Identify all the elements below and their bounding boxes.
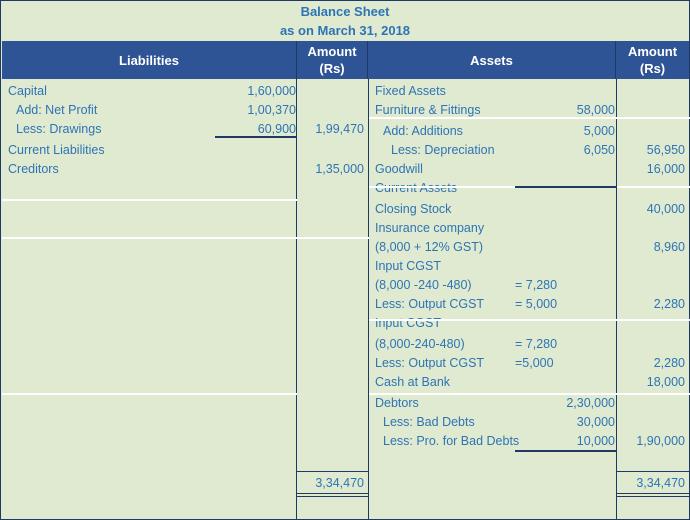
liabilities-group-separator [2,199,297,201]
drawings-underline [215,136,297,138]
assets-row-label: Current Assets [375,181,457,195]
assets-row-label: (8,000-240-480) [375,337,465,351]
assets-row-inner-amount: 6,050 [583,143,615,157]
assets-row-computation: = 5,000 [515,297,558,311]
assets-row-label: Input CGST [375,259,441,273]
header-amount-2-label: Amount [627,44,678,59]
assets-row-computation: = 7,280 [515,278,558,292]
assets-row-label: Fixed Assets [375,84,446,98]
assets-row-inner-amount: 5,000 [583,124,615,138]
assets-row-label: Less: Bad Debts [383,415,475,429]
assets-row-label: Less: Pro. for Bad Debts [383,434,520,448]
assets-row: Less: Depreciation 6,050 56,950 [2,141,690,160]
title-line-1: Balance Sheet [300,4,390,19]
assets-row-amount: 16,000 [646,162,685,176]
liabilities-blank-separator [2,393,297,395]
assets-row: Input CGST [2,314,690,333]
header-amount-liabilities: Amount (Rs) [297,41,368,79]
assets-total-top-rule [617,471,690,473]
assets-row-inner-amount: 10,000 [576,434,615,448]
assets-total-bottom-rule-a [617,493,690,495]
depreciation-underline [515,186,617,188]
assets-row: (8,000 -240 -480) = 7,280 [2,276,690,295]
totals-row: 3,34,470 3,34,470 [2,474,690,493]
assets-row: Less: Output CGST =5,000 2,280 [2,354,690,373]
assets-total-value: 3,34,470 [636,476,685,490]
assets-row-label: Input CGST [375,316,441,330]
assets-row-amount: 2,280 [653,356,685,370]
assets-row: Insurance company [2,219,690,238]
header-liabilities: Liabilities [2,41,297,79]
assets-row-computation: =5,000 [515,356,554,370]
assets-row: Less: Bad Debts 30,000 [2,413,690,432]
header-assets-label: Assets [470,52,513,68]
balance-sheet: Balance Sheet as on March 31, 2018 Liabi… [0,0,690,520]
assets-row-inner-amount: 30,000 [576,415,615,429]
assets-row-label: Less: Output CGST [375,297,485,311]
header-amount-1-unit: (Rs) [319,61,345,76]
assets-row-label: (8,000 + 12% GST) [375,240,484,254]
assets-row-label: Goodwill [375,162,423,176]
assets-sep-additions [369,117,690,119]
table-body: Capital 1,60,000 Add: Net Profit 1,00,370 Le… [2,79,690,520]
liabilities-total-bottom-rule-b [297,496,369,498]
assets-row-amount: 2,280 [653,297,685,311]
assets-row-label: Less: Output CGST [375,356,485,370]
assets-row-amount: 1,90,000 [636,434,685,448]
page-title: Balance Sheet as on March 31, 2018 [1,1,689,40]
liabilities-total-value: 3,34,470 [315,476,364,490]
header-amount-2-unit: (Rs) [639,61,666,76]
header-amount-1-label: Amount [307,44,357,59]
liabilities-total-bottom-rule-a [297,493,369,495]
assets-row-label: Less: Depreciation [391,143,495,157]
assets-row: Fixed Assets [2,82,690,101]
header-liabilities-label: Liabilities [119,52,179,68]
liabilities-total-top-rule [297,471,369,473]
assets-row: Input CGST [2,257,690,276]
assets-row-label: Closing Stock [375,202,452,216]
assets-row: Less: Pro. for Bad Debts 10,000 1,90,000 [2,432,690,451]
assets-row-computation: = 7,280 [515,337,558,351]
assets-row: Debtors 2,30,000 [2,394,690,413]
assets-row: (8,000-240-480) = 7,280 [2,335,690,354]
assets-row-amount: 40,000 [646,202,685,216]
assets-row: Less: Output CGST = 5,000 2,280 [2,295,690,314]
header-assets: Assets [368,41,616,79]
title-line-2: as on March 31, 2018 [279,23,411,38]
assets-row: Cash at Bank 18,000 [2,373,690,392]
bad-debts-underline [515,450,617,452]
assets-row-amount: 56,950 [646,143,685,157]
assets-row: Closing Stock 40,000 [2,200,690,219]
assets-sep-debtors [369,393,690,395]
assets-row-amount: 8,960 [653,240,685,254]
assets-total-bottom-rule-b [617,496,690,498]
assets-row: (8,000 + 12% GST) 8,960 [2,238,690,257]
header-amount-assets: Amount (Rs) [616,41,689,79]
assets-row-amount: 18,000 [646,375,685,389]
assets-row-inner-amount: 2,30,000 [566,396,615,410]
assets-row: Goodwill 16,000 [2,160,690,179]
assets-row-label: Insurance company [375,221,485,235]
assets-row: Current Assets [2,179,690,198]
assets-row-label: Cash at Bank [375,375,451,389]
assets-row-label: (8,000 -240 -480) [375,278,472,292]
assets-row-label: Debtors [375,396,419,410]
liabilities-section-separator [2,237,369,239]
assets-row: Add: Additions 5,000 [2,122,690,141]
assets-row-label: Add: Additions [383,124,463,138]
assets-sep-cgst [369,319,690,321]
